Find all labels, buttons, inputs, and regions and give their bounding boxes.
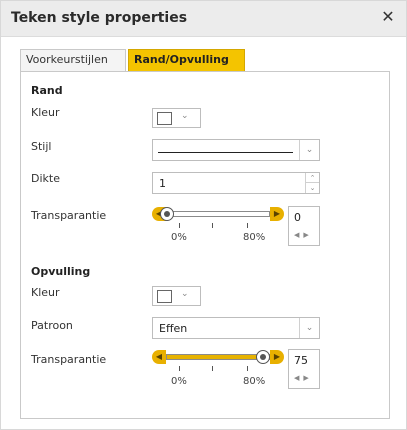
chevron-down-icon[interactable]: ⌄ (299, 318, 319, 338)
stepper-arrows-icon[interactable]: ◀▶ (294, 374, 313, 382)
style-properties-dialog: Teken style properties ✕ Voorkeurstijlen… (0, 0, 407, 430)
slider-ticks (152, 366, 284, 372)
fill-transparency-value[interactable]: 75 (294, 354, 308, 367)
border-thickness-value[interactable]: 1 (159, 177, 166, 190)
border-transparency-input[interactable]: 0 ◀▶ (288, 206, 320, 246)
scale-min-label: 0% (171, 232, 187, 243)
dialog-title: Teken style properties (11, 10, 188, 26)
border-color-label: Kleur (31, 106, 60, 119)
border-transparency-label: Transparantie (31, 209, 107, 222)
chevron-down-icon: ⌄ (181, 111, 189, 121)
fill-pattern-label: Patroon (31, 319, 73, 332)
scale-max-label: 80% (243, 232, 266, 243)
border-thickness-label: Dikte (31, 172, 60, 185)
border-style-select[interactable]: ⌄ (152, 139, 320, 161)
slider-knob[interactable] (160, 207, 174, 221)
chevron-down-icon: ⌄ (181, 289, 189, 299)
scale-max-label: 80% (243, 376, 266, 387)
fill-transparency-input[interactable]: 75 ◀▶ (288, 349, 320, 389)
chevron-down-icon[interactable]: ⌄ (299, 140, 319, 160)
tab-panel: Rand Kleur ⌄ Stijl ⌄ Dikte 1 ⌃ ⌄ Transpa… (20, 71, 390, 419)
border-transparency-slider[interactable]: ◀ ▶ (152, 206, 284, 222)
fill-pattern-select[interactable]: Effen ⌄ (152, 317, 320, 339)
scale-min-label: 0% (171, 376, 187, 387)
slider-track[interactable] (166, 350, 270, 364)
border-color-swatch (157, 112, 172, 125)
fill-transparency-label: Transparantie (31, 353, 107, 366)
fill-color-picker[interactable]: ⌄ (152, 286, 201, 306)
tab-rand-opvulling[interactable]: Rand/Opvulling (128, 49, 245, 71)
slider-ticks (152, 223, 284, 229)
stepper-arrows-icon[interactable]: ◀▶ (294, 231, 313, 239)
fill-color-swatch (157, 290, 172, 303)
arrow-right-icon[interactable]: ▶ (270, 207, 284, 221)
slider-track[interactable] (160, 207, 270, 221)
close-icon[interactable]: ✕ (380, 9, 396, 25)
fill-transparency-slider[interactable]: ◀ ▶ (152, 349, 284, 365)
arrow-left-icon[interactable]: ◀ (152, 350, 166, 364)
slider-fill (167, 355, 263, 359)
border-section-heading: Rand (31, 84, 63, 97)
arrow-right-icon[interactable]: ▶ (270, 350, 284, 364)
dialog-titlebar: Teken style properties ✕ (1, 1, 406, 37)
border-thickness-stepper[interactable]: 1 ⌃ ⌄ (152, 172, 320, 194)
border-style-label: Stijl (31, 140, 52, 153)
border-color-picker[interactable]: ⌄ (152, 108, 201, 128)
solid-line-preview (158, 152, 293, 153)
fill-pattern-value: Effen (159, 322, 188, 335)
chevron-down-icon[interactable]: ⌄ (305, 183, 319, 193)
border-transparency-value[interactable]: 0 (294, 211, 301, 224)
fill-section-heading: Opvulling (31, 265, 91, 278)
tab-voorkeurstijlen[interactable]: Voorkeurstijlen (20, 49, 126, 71)
fill-color-label: Kleur (31, 286, 60, 299)
slider-knob[interactable] (255, 350, 270, 364)
chevron-up-icon[interactable]: ⌃ (305, 173, 319, 183)
